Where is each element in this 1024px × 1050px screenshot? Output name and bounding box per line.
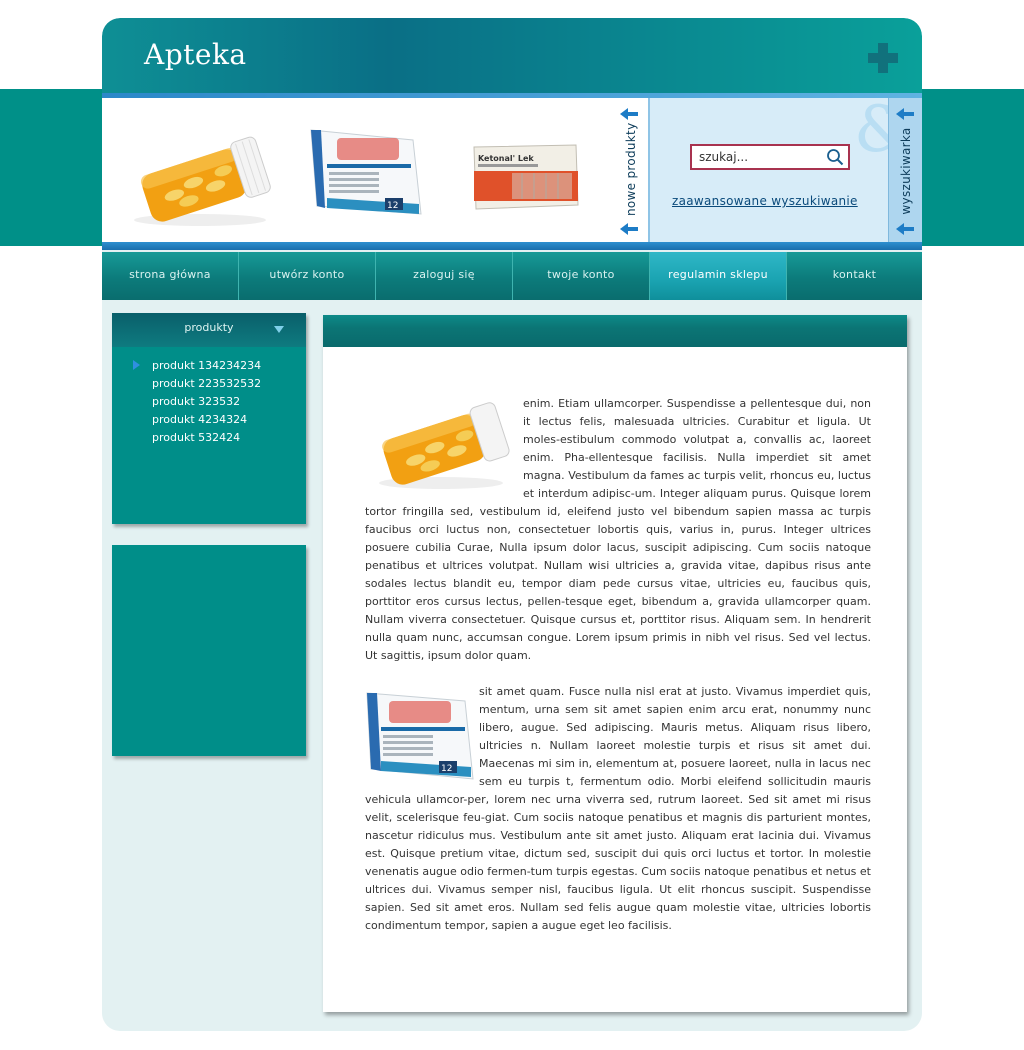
product-link[interactable]: produkt 532424: [152, 429, 261, 447]
advanced-search-link[interactable]: zaawansowane wyszukiwanie: [672, 194, 858, 208]
article: enim. Etiam ullamcorper. Suspendisse a p…: [365, 395, 871, 665]
nav-item-your-account[interactable]: twoje konto: [513, 252, 650, 300]
products-box: produkty produkt 134234234 produkt 22353…: [112, 313, 306, 524]
pharmacy-cross-icon: [868, 43, 898, 73]
svg-text:12: 12: [387, 201, 398, 211]
product-link[interactable]: produkt 223532532: [152, 375, 261, 393]
pill-bottle-image: [365, 395, 521, 495]
site-title[interactable]: Apteka: [144, 38, 247, 71]
nav-item-home[interactable]: strona główna: [102, 252, 239, 300]
site-header: Apteka: [102, 18, 922, 93]
search-tab-label: wyszukiwarka: [899, 127, 913, 215]
svg-text:12: 12: [441, 764, 452, 774]
dropdown-arrow-icon[interactable]: [274, 326, 284, 333]
content-panel: enim. Etiam ullamcorper. Suspendisse a p…: [323, 315, 907, 1012]
arrow-left-icon[interactable]: [620, 108, 638, 120]
product-link[interactable]: produkt 4234324: [152, 411, 261, 429]
arrow-left-icon[interactable]: [620, 223, 638, 235]
products-box-header[interactable]: produkty: [112, 313, 306, 347]
arrow-left-icon: [896, 108, 914, 120]
medicine-box-image[interactable]: 12: [307, 124, 425, 218]
pill-bottle-image[interactable]: [122, 128, 282, 228]
arrow-right-icon: [133, 360, 140, 370]
sidebar-box: [112, 545, 306, 756]
search-tab[interactable]: wyszukiwarka: [888, 98, 922, 242]
banner-divider: [102, 242, 922, 250]
nav-item-contact[interactable]: kontakt: [787, 252, 922, 300]
main-nav: strona główna utwórz konto zaloguj się t…: [102, 252, 922, 300]
nav-item-login[interactable]: zaloguj się: [376, 252, 513, 300]
nav-item-shop-rules[interactable]: regulamin sklepu: [650, 252, 787, 300]
banner: 12 Ketonal' Lek nowe produkty & szukaj..…: [102, 98, 922, 242]
new-products-label: nowe produkty: [624, 122, 638, 216]
ketonal-box-image[interactable]: Ketonal' Lek: [472, 143, 580, 211]
new-products-strip: 12 Ketonal' Lek nowe produkty: [102, 98, 648, 242]
arrow-left-icon: [896, 223, 914, 235]
search-input[interactable]: [692, 146, 820, 168]
products-box-title: produkty: [184, 321, 234, 334]
search-icon[interactable]: [826, 148, 844, 166]
article: 12 sit amet quam. Fusce nulla nisl erat …: [365, 683, 871, 935]
medicine-box-image: 12: [365, 683, 477, 783]
page-frame: Apteka 12 Ketonal' Lek nowe produkty & s…: [102, 18, 922, 1031]
search-panel: & zaawansowane wyszukiwanie: [648, 98, 911, 242]
product-link[interactable]: produkt 323532: [152, 393, 261, 411]
search-box: [690, 144, 850, 170]
product-link[interactable]: produkt 134234234: [152, 357, 261, 375]
content-header: [323, 315, 907, 347]
nav-item-create-account[interactable]: utwórz konto: [239, 252, 376, 300]
ketonal-box-text: Ketonal' Lek: [478, 154, 534, 163]
product-list: produkt 134234234 produkt 223532532 prod…: [152, 357, 261, 447]
